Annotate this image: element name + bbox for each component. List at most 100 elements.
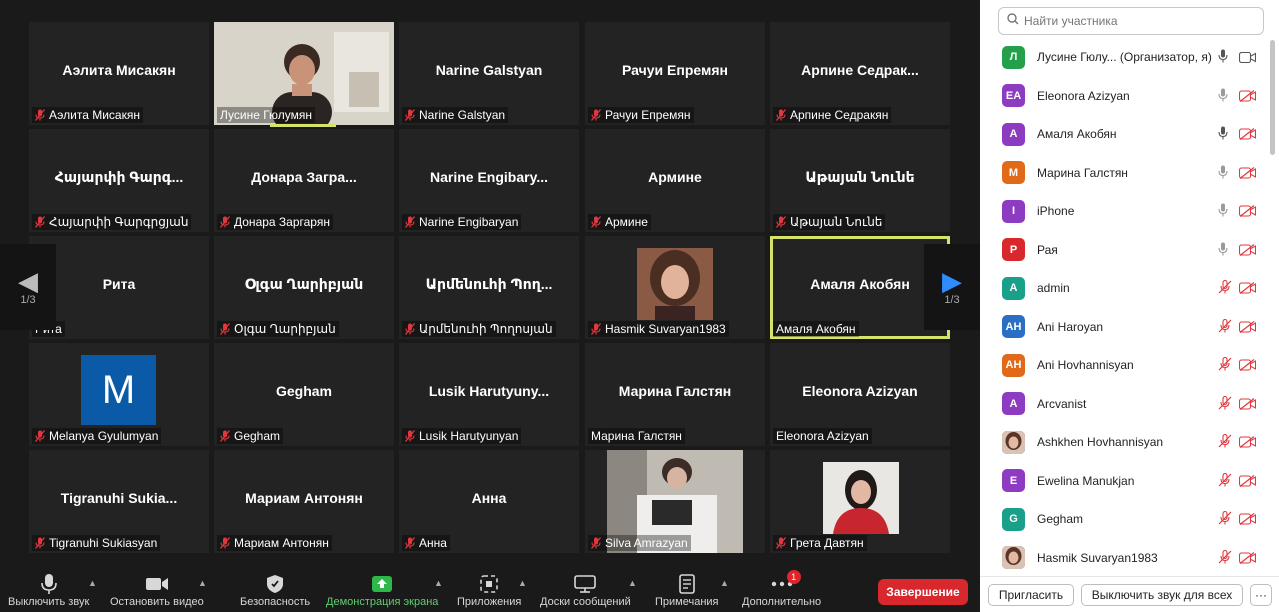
participant-row[interactable]: P Рая xyxy=(980,231,1270,270)
camera-off-icon[interactable] xyxy=(1238,243,1257,261)
end-meeting-button[interactable]: Завершение xyxy=(878,579,968,605)
microphone-icon[interactable] xyxy=(1218,49,1228,68)
participant-row[interactable]: G Gegham xyxy=(980,500,1270,539)
scrollbar-thumb[interactable] xyxy=(1270,40,1275,155)
participant-video-tile[interactable]: Мариам Антонян Мариам Антонян xyxy=(214,450,394,553)
camera-off-icon[interactable] xyxy=(1238,512,1257,530)
participant-video-tile[interactable]: Аэлита Мисакян Аэлита Мисакян xyxy=(29,22,209,125)
participant-row[interactable]: Ashkhen Hovhannisyan xyxy=(980,423,1270,462)
invite-button[interactable]: Пригласить xyxy=(988,584,1074,606)
participant-video-tile[interactable]: Tigranuhi Sukia... Tigranuhi Sukiasyan xyxy=(29,450,209,553)
mute-options-caret[interactable]: ▲ xyxy=(88,578,97,588)
participant-search[interactable] xyxy=(998,7,1264,35)
participant-video-tile[interactable]: Лусине Гюлумян xyxy=(214,22,394,125)
tile-name-text: Հայարփի Գարգրցյան xyxy=(49,215,189,229)
whiteboards-options-caret[interactable]: ▲ xyxy=(628,578,637,588)
microphone-icon[interactable] xyxy=(1218,203,1228,222)
participant-row[interactable]: EA Eleonora Azizyan xyxy=(980,77,1270,116)
participant-row[interactable]: A Arcvanist xyxy=(980,385,1270,424)
participant-video-tile[interactable]: Աթայան Նունե Աթայան Նունե xyxy=(770,129,950,232)
participant-video-tile[interactable]: M Melanya Gyulumyan xyxy=(29,343,209,446)
participant-row[interactable]: M Марина Галстян xyxy=(980,154,1270,193)
participant-row[interactable]: Hasmik Suvaryan1983 xyxy=(980,539,1270,578)
camera-off-icon[interactable] xyxy=(1238,89,1257,107)
participant-video-tile[interactable]: Арпине Седрак... Арпине Седракян xyxy=(770,22,950,125)
security-button[interactable]: Безопасность xyxy=(240,572,310,608)
apps-options-caret[interactable]: ▲ xyxy=(518,578,527,588)
tile-name-text: Hasmik Suvaryan1983 xyxy=(605,322,726,336)
stop-video-button[interactable]: Остановить видео xyxy=(110,572,204,608)
mic-muted-icon[interactable] xyxy=(1218,318,1232,338)
panel-more-button[interactable]: ··· xyxy=(1250,584,1272,606)
camera-off-icon[interactable] xyxy=(1238,474,1257,492)
notes-button[interactable]: Примечания xyxy=(655,572,719,608)
mic-muted-icon[interactable] xyxy=(1218,433,1232,453)
participant-video-tile[interactable]: Армине Армине xyxy=(585,129,765,232)
participant-video-tile[interactable]: Gegham Gegham xyxy=(214,343,394,446)
participant-row[interactable]: A Амаля Акобян xyxy=(980,115,1270,154)
participant-name: admin xyxy=(1037,281,1070,296)
mic-muted-icon[interactable] xyxy=(1218,279,1232,299)
participant-row[interactable]: E Ewelina Manukjan xyxy=(980,462,1270,501)
participant-video-tile[interactable]: Lusik Harutyuny... Lusik Harutyunyan xyxy=(399,343,579,446)
participant-video-tile[interactable]: Արմենուհի Պող... Արմենուհի Պողոսյան xyxy=(399,236,579,339)
mic-muted-icon[interactable] xyxy=(1218,510,1232,530)
participant-row[interactable]: AH Ani Haroyan xyxy=(980,308,1270,347)
tile-display-name: Марина Галстян xyxy=(618,383,732,399)
participant-video-tile[interactable]: Օլգա Ղարիբյան Օլգա Ղարիբյան xyxy=(214,236,394,339)
camera-off-icon[interactable] xyxy=(1238,166,1257,184)
mic-muted-icon[interactable] xyxy=(1218,395,1232,415)
camera-off-icon[interactable] xyxy=(1238,204,1257,222)
mic-muted-icon[interactable] xyxy=(1218,472,1232,492)
participant-video-tile[interactable]: Narine Engibary... Narine Engibaryan xyxy=(399,129,579,232)
participant-video-tile[interactable]: Анна Анна xyxy=(399,450,579,553)
notes-options-caret[interactable]: ▲ xyxy=(720,578,729,588)
participant-video-tile[interactable]: Hasmik Suvaryan1983 xyxy=(585,236,765,339)
whiteboards-button[interactable]: Доски сообщений xyxy=(540,572,631,608)
tile-display-name: Աթայան Նունե xyxy=(805,169,915,185)
participant-video-tile[interactable]: Марина Галстян Марина Галстян xyxy=(585,343,765,446)
mic-muted-icon[interactable] xyxy=(1218,549,1232,569)
participant-video-tile[interactable]: Eleonora Azizyan Eleonora Azizyan xyxy=(770,343,950,446)
video-camera-icon[interactable] xyxy=(1238,50,1257,68)
next-page-button[interactable]: ▶ 1/3 xyxy=(924,244,980,330)
microphone-icon[interactable] xyxy=(1218,88,1228,107)
participant-row[interactable]: AH Ani Hovhannisyan xyxy=(980,346,1270,385)
camera-off-icon[interactable] xyxy=(1238,281,1257,299)
participant-video-tile[interactable]: Silva Amrazyan xyxy=(585,450,765,553)
camera-off-icon[interactable] xyxy=(1238,320,1257,338)
participant-video-tile[interactable]: Narine Galstyan Narine Galstyan xyxy=(399,22,579,125)
camera-off-icon[interactable] xyxy=(1238,127,1257,145)
participant-video-tile[interactable]: Հայարփի Գարգ... Հայարփի Գարգրցյան xyxy=(29,129,209,232)
participant-video-tile[interactable]: Амаля Акобян Амаля Акобян xyxy=(770,236,950,339)
participant-row[interactable]: Л Лусине Гюлу... (Организатор, я) xyxy=(980,38,1270,77)
participant-video-tile[interactable]: РитаРита xyxy=(29,236,209,339)
microphone-icon[interactable] xyxy=(1218,242,1228,261)
camera-off-icon[interactable] xyxy=(1238,397,1257,415)
apps-button[interactable]: Приложения xyxy=(457,572,521,608)
camera-off-icon[interactable] xyxy=(1238,435,1257,453)
participant-video-tile[interactable]: Грета Давтян xyxy=(770,450,950,553)
participant-video-tile[interactable]: Рачуи Епремян Рачуи Епремян xyxy=(585,22,765,125)
video-options-caret[interactable]: ▲ xyxy=(198,578,207,588)
camera-off-icon[interactable] xyxy=(1238,358,1257,376)
tile-name-label: Tigranuhi Sukiasyan xyxy=(32,535,161,551)
camera-off-icon[interactable] xyxy=(1238,551,1257,569)
mic-muted-icon[interactable] xyxy=(1218,356,1232,376)
mute-all-button[interactable]: Выключить звук для всех xyxy=(1081,584,1243,606)
microphone-icon[interactable] xyxy=(1218,165,1228,184)
share-screen-button[interactable]: Демонстрация экрана xyxy=(326,572,438,608)
prev-page-button[interactable]: ◀ 1/3 xyxy=(0,244,56,330)
mute-button[interactable]: Выключить звук xyxy=(8,572,89,608)
participant-row[interactable]: Aadmin xyxy=(980,269,1270,308)
microphone-icon[interactable] xyxy=(1218,126,1228,145)
participant-video-tile[interactable]: Донара Загра... Донара Заргарян xyxy=(214,129,394,232)
participant-row[interactable]: IiPhone xyxy=(980,192,1270,231)
mic-muted-icon xyxy=(405,216,415,228)
mic-muted-icon xyxy=(776,216,786,228)
participant-search-input[interactable] xyxy=(1024,14,1254,28)
participant-list-scrollbar[interactable] xyxy=(1270,40,1275,560)
participant-avatar: Л xyxy=(1002,45,1025,69)
share-options-caret[interactable]: ▲ xyxy=(434,578,443,588)
more-button[interactable]: 1 Дополнительно xyxy=(742,570,821,608)
